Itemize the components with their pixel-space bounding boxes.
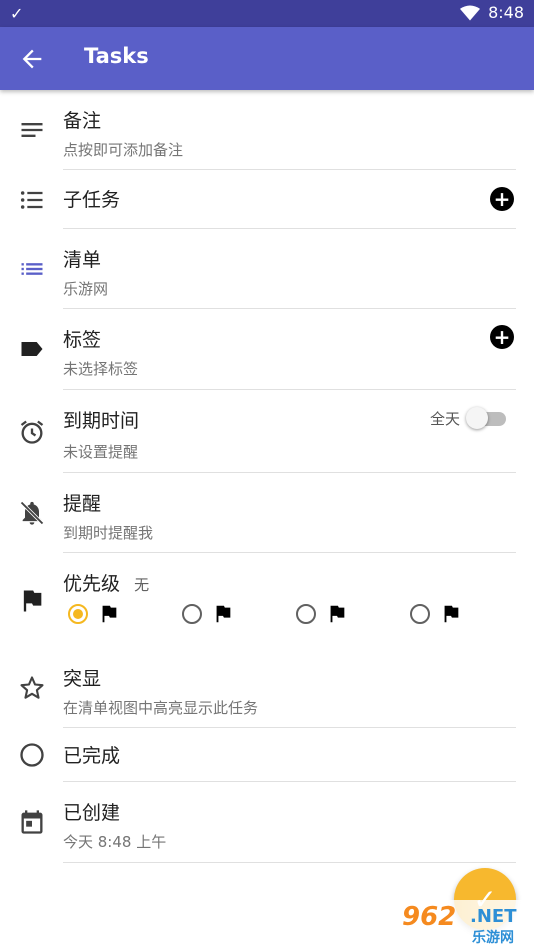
- all-day-label: 全天: [429, 410, 460, 428]
- subtasks-title: 子任务: [63, 189, 121, 211]
- status-bar: ✓ 8:48: [0, 0, 534, 27]
- reminder-row[interactable]: 提醒 到期时提醒我: [0, 473, 534, 553]
- add-subtask-button[interactable]: +: [490, 187, 514, 211]
- notes-title: 备注: [63, 110, 102, 132]
- tags-title: 标签: [63, 329, 102, 351]
- back-arrow-icon[interactable]: [18, 45, 46, 73]
- created-subtitle: 今天 8:48 上午: [63, 833, 167, 851]
- divider: [63, 862, 516, 863]
- star-outline-icon: [20, 676, 44, 699]
- due-title: 到期时间: [63, 410, 140, 432]
- alarm-icon: [20, 420, 44, 444]
- priority-value: 无: [134, 576, 150, 594]
- status-right: 8:48: [460, 3, 524, 22]
- list-icon: [21, 263, 43, 275]
- priority-title: 优先级 无: [63, 569, 149, 596]
- priority-option-medium[interactable]: [296, 603, 410, 625]
- watermark-number: 962: [402, 902, 457, 932]
- all-day-toggle[interactable]: [466, 406, 506, 429]
- reminder-subtitle: 到期时提醒我: [63, 524, 154, 542]
- flag-icon: [330, 605, 345, 623]
- wifi-icon: [460, 5, 481, 20]
- completed-title: 已完成: [63, 745, 121, 767]
- notifications-off-icon: [20, 501, 44, 525]
- reminder-title: 提醒: [63, 493, 102, 515]
- toggle-knob: [466, 406, 488, 429]
- priority-options: [68, 603, 524, 625]
- list-subtitle: 乐游网: [63, 280, 109, 298]
- flag-icon: [216, 605, 231, 623]
- starred-subtitle: 在清单视图中高亮显示此任务: [63, 699, 259, 717]
- completed-row[interactable]: 已完成: [0, 728, 534, 782]
- priority-row: 优先级 无: [0, 553, 534, 648]
- notes-icon: [21, 123, 43, 137]
- flag-icon: [23, 590, 42, 612]
- priority-label: 优先级: [63, 573, 121, 595]
- check-icon: ✓: [10, 4, 24, 23]
- priority-option-high[interactable]: [410, 603, 524, 625]
- all-day-control: 全天: [429, 406, 506, 429]
- tag-icon: [21, 342, 43, 356]
- starred-title: 突显: [63, 668, 102, 690]
- watermark-name: 乐游网: [472, 930, 514, 946]
- list-row[interactable]: 清单 乐游网: [0, 229, 534, 309]
- calendar-icon: [21, 810, 43, 834]
- created-title: 已创建: [63, 802, 121, 824]
- flag-icon: [102, 605, 117, 623]
- due-row[interactable]: 到期时间 未设置提醒 全天: [0, 390, 534, 473]
- priority-radio[interactable]: [296, 604, 316, 624]
- app-bar: Tasks: [0, 27, 534, 90]
- tags-subtitle: 未选择标签: [63, 360, 139, 378]
- subtasks-row[interactable]: 子任务 +: [0, 170, 534, 229]
- status-time: 8:48: [488, 3, 524, 22]
- created-row: 已创建 今天 8:48 上午: [0, 782, 534, 863]
- priority-radio[interactable]: [410, 604, 430, 624]
- notes-subtitle: 点按即可添加备注: [63, 141, 184, 159]
- list-title: 清单: [63, 249, 102, 271]
- tags-row[interactable]: 标签 未选择标签 +: [0, 309, 534, 390]
- priority-option-none[interactable]: [68, 603, 182, 625]
- watermark-logo: 962 .NET 乐游网: [396, 900, 534, 949]
- subtasks-icon: [20, 191, 43, 209]
- notes-row[interactable]: 备注 点按即可添加备注: [0, 90, 534, 170]
- starred-row[interactable]: 突显 在清单视图中高亮显示此任务: [0, 648, 534, 728]
- priority-option-low[interactable]: [182, 603, 296, 625]
- priority-radio[interactable]: [182, 604, 202, 624]
- circle-outline-icon[interactable]: [18, 741, 46, 769]
- flag-icon: [444, 605, 459, 623]
- add-tag-button[interactable]: +: [490, 325, 514, 349]
- page-title: Tasks: [84, 44, 149, 68]
- priority-radio[interactable]: [68, 604, 88, 624]
- task-details: 备注 点按即可添加备注 子任务 + 清单 乐游网 标签 未选择标签 + 到期时间…: [0, 90, 534, 863]
- due-subtitle: 未设置提醒: [63, 443, 139, 461]
- watermark-domain: .NET: [470, 906, 517, 927]
